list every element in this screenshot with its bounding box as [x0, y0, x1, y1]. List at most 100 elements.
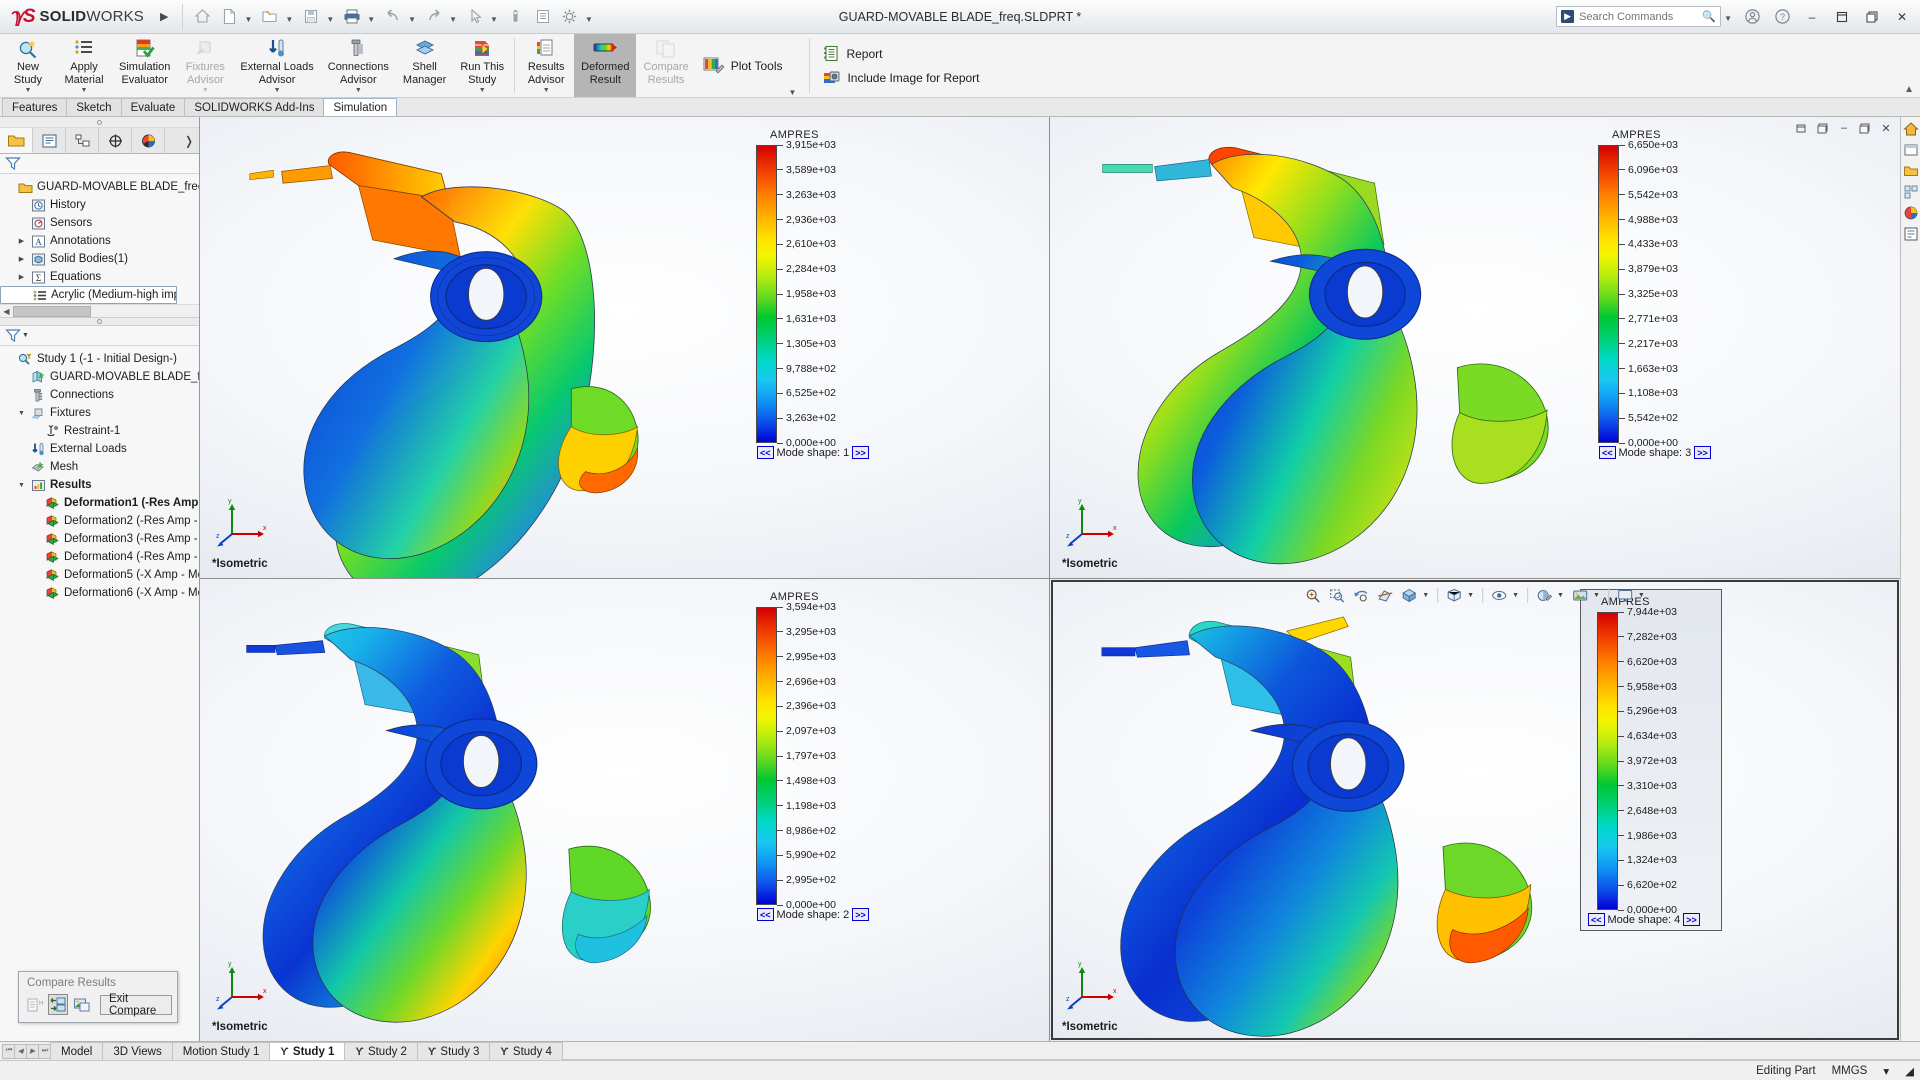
filter-dropdown-icon[interactable]: ▼ — [22, 332, 29, 339]
chevron-down-icon[interactable]: ▼ — [25, 85, 32, 98]
status-collapse-icon[interactable]: ▾ — [1883, 1064, 1889, 1078]
previous-mode-button[interactable]: << — [757, 908, 774, 921]
previous-mode-button[interactable]: << — [757, 446, 774, 459]
chevron-down-icon[interactable]: ▼ — [1557, 592, 1567, 599]
design-library-rail-icon[interactable] — [1903, 142, 1919, 158]
command-connections-advisor[interactable]: Connections Advisor ▼ — [321, 34, 396, 97]
save-icon[interactable] — [298, 4, 324, 30]
expander-icon[interactable]: ▼ — [16, 482, 27, 489]
maximize-button[interactable] — [1858, 5, 1886, 29]
dimxpert-manager-tab[interactable] — [99, 128, 132, 153]
previous-view-icon[interactable] — [1350, 586, 1372, 605]
expander-icon[interactable]: ▼ — [16, 410, 27, 417]
open-icon[interactable] — [257, 4, 283, 30]
command-apply-material[interactable]: Apply Material ▼ — [56, 34, 112, 97]
tree-item[interactable]: GUARD-MOVABLE BLADE_freq ( — [0, 368, 199, 386]
help-icon[interactable]: ? — [1768, 5, 1796, 29]
chevron-down-icon[interactable]: ▼ — [81, 85, 88, 98]
home-rail-icon[interactable] — [1902, 121, 1919, 137]
command-new-study[interactable]: New Study ▼ — [0, 34, 56, 97]
select-icon[interactable] — [462, 4, 488, 30]
tree-item[interactable]: ▶ Σ Equations — [0, 268, 199, 286]
command-results-advisor[interactable]: Results Advisor ▼ — [518, 34, 574, 97]
tree-item[interactable]: Acrylic (Medium-high impact) — [0, 286, 177, 304]
save-dropdown-icon[interactable]: ▼ — [325, 15, 338, 24]
restore-down-view-icon[interactable] — [1857, 121, 1873, 135]
tree-item[interactable]: Study 1 (-1 - Initial Design-) — [0, 350, 199, 368]
tree-item[interactable]: Connections — [0, 386, 199, 404]
tree-item[interactable]: Deformation3 (-Res Amp - Mod — [0, 530, 199, 548]
command-run-this-study[interactable]: Run This Study ▼ — [453, 34, 511, 97]
redo-icon[interactable] — [421, 4, 447, 30]
compare-views-icon[interactable] — [48, 994, 68, 1015]
chevron-down-icon[interactable]: ▼ — [355, 85, 362, 98]
tree-item[interactable]: External Loads — [0, 440, 199, 458]
feature-tree-hscrollbar[interactable]: ◀ — [0, 304, 199, 317]
search-commands-box[interactable]: ▶ 🔍 — [1556, 6, 1722, 27]
tab-evaluate[interactable]: Evaluate — [120, 98, 186, 116]
bottom-tab-study-1[interactable]: Ƴ Study 1 — [269, 1042, 346, 1060]
bottom-tab-study-3[interactable]: Ƴ Study 3 — [416, 1042, 491, 1060]
expander-icon[interactable]: ▶ — [16, 255, 27, 263]
report-button[interactable]: Report — [819, 44, 983, 63]
next-mode-button[interactable]: >> — [1694, 446, 1711, 459]
zoom-to-fit-icon[interactable] — [1302, 586, 1324, 605]
command-deformed-result[interactable]: Deformed Result — [574, 34, 637, 97]
ribbon-collapse-icon[interactable]: ▲ — [1904, 84, 1914, 95]
include-image-for-report-button[interactable]: Include Image for Report — [819, 68, 983, 87]
new-document-icon[interactable] — [216, 4, 242, 30]
display-style-icon[interactable] — [1443, 586, 1465, 605]
edit-appearance-icon[interactable] — [1533, 586, 1555, 605]
tree-item[interactable]: ▶ Solid Bodies(1) — [0, 250, 199, 268]
search-input[interactable] — [1579, 10, 1695, 23]
tab-simulation[interactable]: Simulation — [323, 98, 398, 116]
hide-show-icon[interactable] — [1488, 586, 1510, 605]
maximize-view-icon[interactable] — [1815, 121, 1831, 135]
search-dropdown-icon[interactable]: ▼ — [1723, 14, 1736, 23]
command-simulation-evaluator[interactable]: Simulation Evaluator — [112, 34, 177, 97]
tree-item[interactable]: Deformation5 (-X Amp - Mode S — [0, 566, 199, 584]
status-resize-grip-icon[interactable]: ◢ — [1905, 1064, 1914, 1078]
frequency-list-icon[interactable]: Hz — [25, 994, 44, 1015]
chevron-down-icon[interactable]: ▼ — [1467, 592, 1477, 599]
tree-item[interactable]: Deformation2 (-Res Amp - Mod — [0, 512, 199, 530]
bottom-tab-3d-views[interactable]: 3D Views — [102, 1042, 173, 1060]
chevron-down-icon[interactable]: ▼ — [1422, 592, 1432, 599]
home-icon[interactable] — [189, 4, 215, 30]
expander-icon[interactable]: ▶ — [16, 237, 27, 245]
view-orientation-icon[interactable] — [1398, 586, 1420, 605]
options-list-icon[interactable] — [530, 4, 556, 30]
chevron-down-icon[interactable]: ▼ — [788, 88, 801, 97]
next-mode-button[interactable]: >> — [1683, 913, 1700, 926]
next-mode-button[interactable]: >> — [852, 446, 869, 459]
chevron-down-icon[interactable]: ▼ — [479, 85, 486, 98]
tab-features[interactable]: Features — [2, 98, 68, 116]
bottom-tab-study-2[interactable]: Ƴ Study 2 — [344, 1042, 418, 1060]
section-view-icon[interactable] — [1374, 586, 1396, 605]
tree-item[interactable]: Mesh — [0, 458, 199, 476]
tree-item[interactable]: Deformation6 (-X Amp - Mode S — [0, 584, 199, 602]
close-view-icon[interactable]: ✕ — [1878, 121, 1894, 135]
viewport-mode-1[interactable]: y x z *Isometric AMPRES 3,915e+03 3,589e+… — [200, 117, 1050, 579]
tree-item[interactable]: Deformation4 (-Res Amp - Mod — [0, 548, 199, 566]
chevron-down-icon[interactable]: ▼ — [1512, 592, 1522, 599]
open-dropdown-icon[interactable]: ▼ — [284, 15, 297, 24]
zoom-area-icon[interactable] — [1326, 586, 1348, 605]
tree-item[interactable]: ▼ Fixtures — [0, 404, 199, 422]
viewport-mode-2[interactable]: y x z *Isometric AMPRES 3,594e+03 3,295e+… — [200, 579, 1050, 1041]
scroll-left-icon[interactable]: ◀ — [0, 307, 13, 316]
settings-gear-icon[interactable] — [557, 4, 583, 30]
minimize-view-icon[interactable]: – — [1836, 121, 1852, 135]
print-dropdown-icon[interactable]: ▼ — [366, 15, 379, 24]
tree-item[interactable]: ▶ A Annotations — [0, 232, 199, 250]
image-compare-icon[interactable] — [72, 994, 92, 1015]
chevron-down-icon[interactable]: ▼ — [274, 85, 281, 98]
appearances-rail-icon[interactable] — [1903, 205, 1919, 221]
plot-tools-group[interactable]: Plot Tools ▼ — [696, 34, 807, 97]
command-external-loads-advisor[interactable]: External Loads Advisor ▼ — [233, 34, 320, 97]
apply-scene-icon[interactable] — [1569, 586, 1591, 605]
undo-dropdown-icon[interactable]: ▼ — [407, 15, 420, 24]
redo-dropdown-icon[interactable]: ▼ — [448, 15, 461, 24]
tree-item[interactable]: GUARD-MOVABLE BLADE_freq (1 - Ini — [0, 178, 199, 196]
previous-mode-button[interactable]: << — [1599, 446, 1616, 459]
